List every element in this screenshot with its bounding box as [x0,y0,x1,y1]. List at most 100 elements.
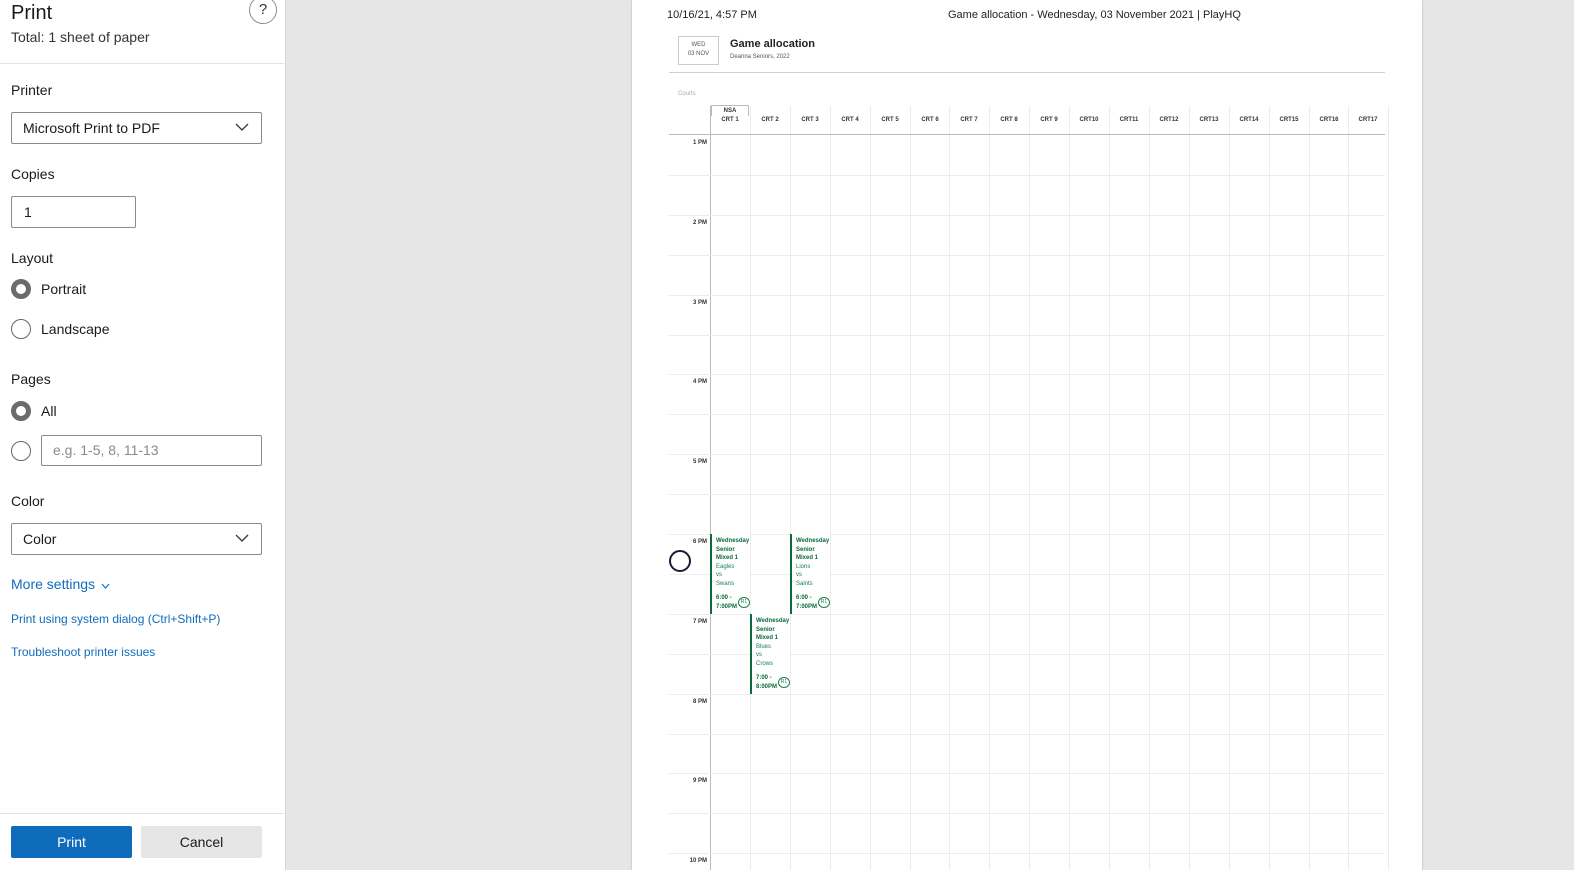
time-label: 3 PM [692,300,707,306]
color-value: Color [23,531,57,547]
grid-column-line [910,106,911,870]
courts-label: Courts [678,91,696,97]
layout-portrait-option[interactable]: Portrait [11,279,86,299]
grid-row-line [669,335,1385,336]
grid-row-line [669,374,1385,375]
chevron-down-icon [101,583,110,589]
more-settings-link[interactable]: More settings [11,576,110,592]
cancel-button[interactable]: Cancel [141,826,262,858]
time-label: 6 PM [692,539,707,545]
printer-label: Printer [11,82,53,98]
court-header: CRT 4 [841,117,859,123]
away-team: Crows [756,660,774,667]
grid-row-line [669,734,1385,735]
versus-label: vs [796,572,802,578]
court-header: CRT11 [1119,117,1139,123]
radio-all-pages[interactable] [11,401,31,421]
grid-column-line [750,106,751,870]
preview-header-date: 10/16/21, 4:57 PM [667,9,757,21]
court-header: CRT 5 [881,117,899,123]
home-team: Lions [796,563,811,570]
copies-input[interactable]: 1 [11,196,136,228]
layout-label: Layout [11,250,54,266]
grid-column-line [1189,106,1190,870]
pages-label: Pages [11,371,51,387]
grid-column-line [1029,106,1030,870]
header-rule [669,72,1385,73]
page-range-input[interactable]: e.g. 1-5, 8, 11-13 [41,435,262,466]
round-badge: R1 [818,597,830,608]
system-dialog-link[interactable]: Print using system dialog (Ctrl+Shift+P) [11,612,220,626]
pages-range-option[interactable] [11,441,31,461]
divider [0,63,286,64]
more-settings-label: More settings [11,576,96,592]
grid-row-line [669,534,1385,535]
court-header: CRT 7 [960,117,978,123]
grid-column-line [1348,106,1349,870]
cursor-ring-icon [669,550,691,572]
court-header: CRT15 [1279,117,1299,123]
game-card[interactable]: Wednesday Senior Mixed 1 Eagles vs Swans 6:0… [710,534,750,614]
layout-landscape-option[interactable]: Landscape [11,319,110,339]
grid-row-line [669,175,1385,176]
grid-column-line [989,106,990,870]
time-label: 1 PM [692,140,707,146]
court-header: CRT14 [1239,117,1259,123]
grid-column-line [1149,106,1150,870]
grid-row-line [669,494,1385,495]
print-button[interactable]: Print [11,826,132,858]
court-header: CRT 2 [761,117,779,123]
game-name: Wednesday Senior Mixed 1 [756,618,790,641]
home-team: Blues [756,643,772,650]
radio-landscape[interactable] [11,319,31,339]
panel-title: Print [11,2,53,24]
pages-all-option[interactable]: All [11,401,57,421]
grid-column-line [1309,106,1310,870]
court-header: CRT 8 [1000,117,1018,123]
venue-label: NSA [711,105,749,116]
time-label: 5 PM [692,459,707,465]
radio-all-label: All [41,403,57,419]
page-title: Game allocation [730,38,815,50]
radio-landscape-label: Landscape [41,321,110,337]
grid-column-line [790,106,791,870]
help-icon[interactable]: ? [249,0,277,24]
court-header: CRT17 [1358,117,1378,123]
home-team: Eagles [716,563,735,570]
versus-label: vs [716,572,722,578]
printer-select[interactable]: Microsoft Print to PDF [11,112,262,144]
sheet-count: Total: 1 sheet of paper [11,29,150,45]
time-label: 7 PM [692,619,707,625]
grid-column-line [1069,106,1070,870]
preview-header-title: Game allocation - Wednesday, 03 November… [948,9,1241,21]
grid-row-line [669,694,1385,695]
date-date: 03 NOV [687,51,710,57]
troubleshoot-link[interactable]: Troubleshoot printer issues [11,645,155,659]
grid-column-line [1269,106,1270,870]
game-card[interactable]: Wednesday Senior Mixed 1 Blues vs Crows 7:00… [750,614,790,694]
round-badge: R1 [778,677,790,688]
game-name: Wednesday Senior Mixed 1 [716,538,750,561]
court-header: CRT16 [1319,117,1339,123]
date-day: WED [691,42,706,48]
grid-column-line [1109,106,1110,870]
game-card[interactable]: Wednesday Senior Mixed 1 Lions vs Saints 6:0… [790,534,830,614]
grid-row-line [669,255,1385,256]
time-label: 4 PM [692,379,707,385]
court-header: CRT 3 [801,117,819,123]
time-axis-line [710,106,711,870]
court-header: CRT 9 [1040,117,1058,123]
divider [0,813,286,814]
court-header-rule [669,134,1385,135]
away-team: Saints [796,580,813,587]
grid-column-line [830,106,831,870]
time-label: 8 PM [692,699,707,705]
grid-row-line [669,853,1385,854]
radio-portrait[interactable] [11,279,31,299]
grid-column-line [1388,106,1389,870]
radio-page-range[interactable] [11,441,31,461]
grid-column-line [1229,106,1230,870]
color-select[interactable]: Color [11,523,262,555]
court-header: CRT 6 [921,117,939,123]
print-preview-page[interactable]: 10/16/21, 4:57 PM Game allocation - Wedn… [632,0,1422,870]
